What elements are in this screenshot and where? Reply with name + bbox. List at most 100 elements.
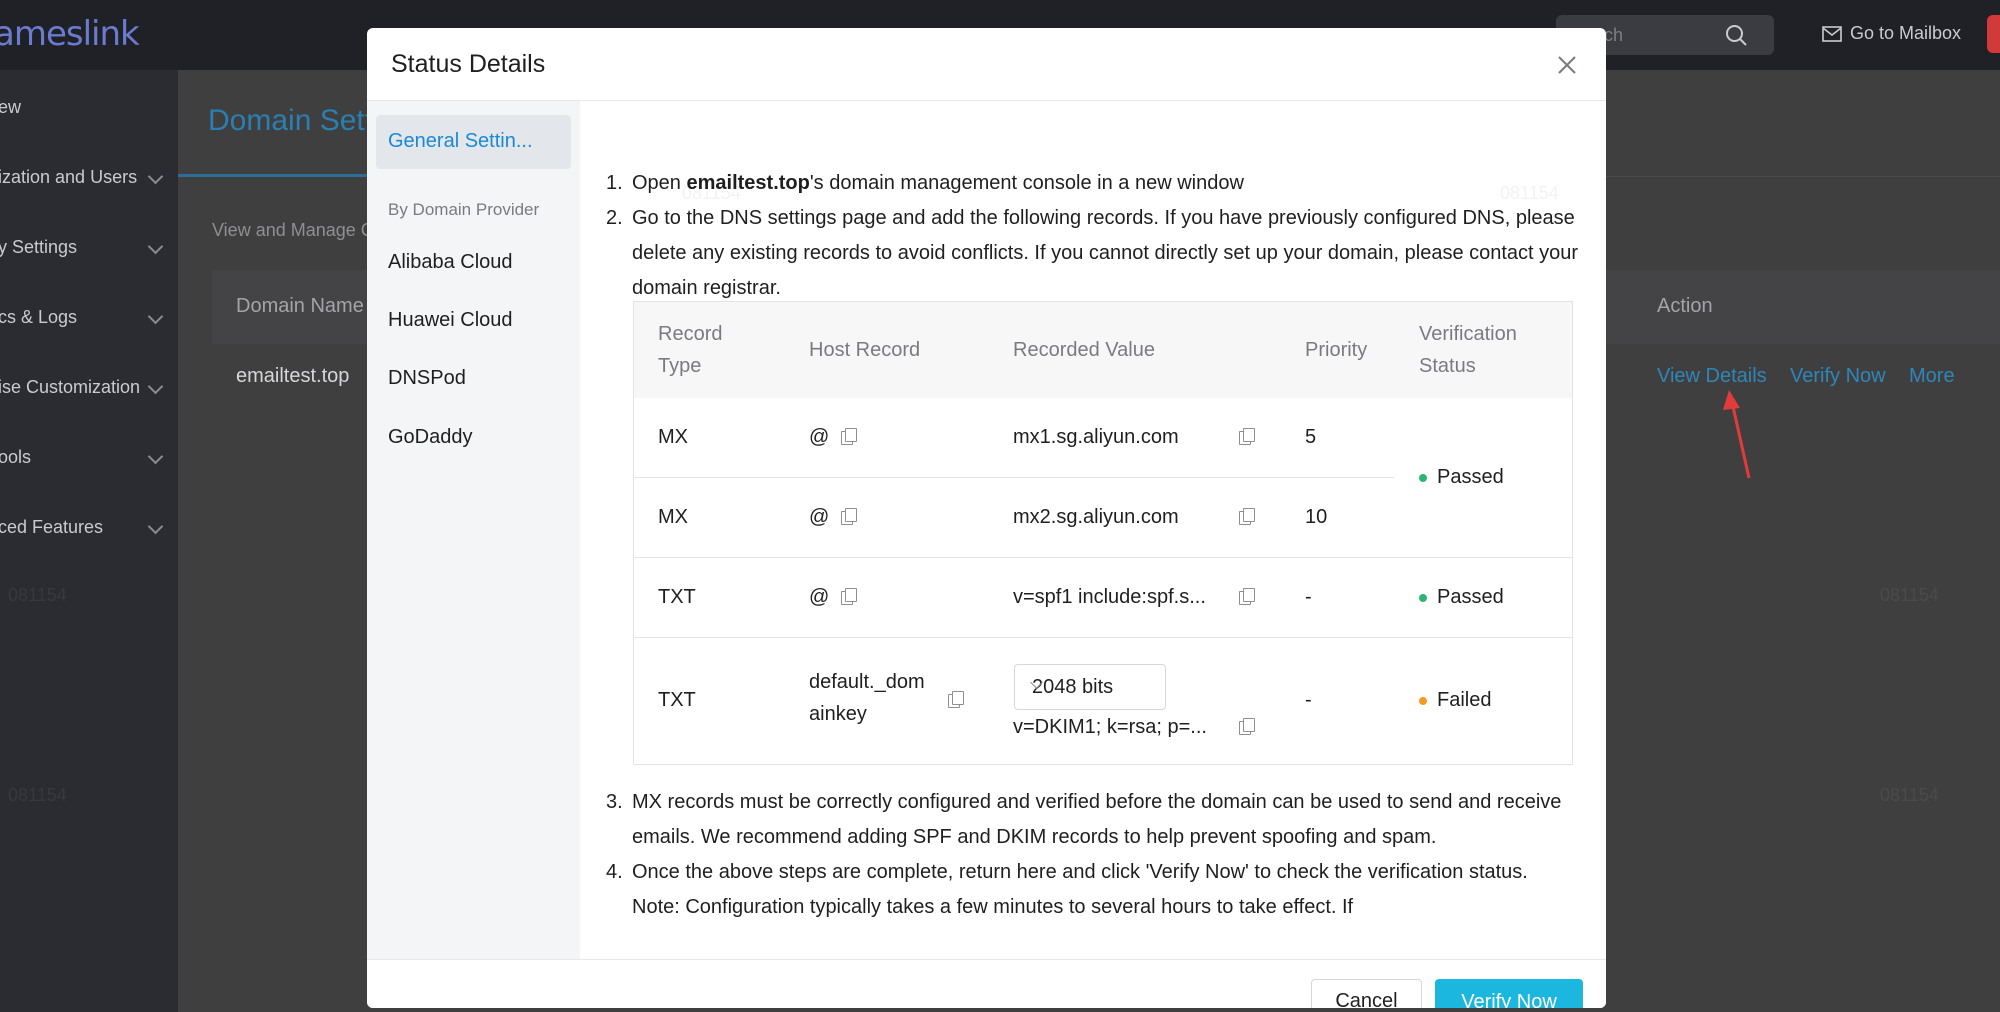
record-type-cell: TXT	[658, 586, 696, 608]
domain-name-bold: emailtest.top	[686, 172, 810, 194]
sidebar-item-security[interactable]: y Settings	[0, 227, 178, 267]
column-header-verification-status: Verification Status	[1419, 323, 1517, 377]
provider-nav: General Settin... By Domain Provider Ali…	[367, 101, 580, 959]
page-title: Domain Sett	[208, 104, 374, 137]
go-to-mailbox-link[interactable]: Go to Mailbox	[1822, 23, 1961, 44]
nav-item-alibaba-cloud[interactable]: Alibaba Cloud	[388, 251, 513, 274]
nav-item-godaddy[interactable]: GoDaddy	[388, 426, 473, 449]
record-value-cell: mx2.sg.aliyun.com	[1013, 506, 1179, 528]
column-header-priority: Priority	[1305, 339, 1368, 361]
sidebar-item-label: ced Features	[0, 517, 104, 537]
header-action-button[interactable]	[1987, 15, 2000, 53]
key-size-value: 2048 bits	[1032, 676, 1114, 698]
column-header-domain: Domain Name	[236, 295, 364, 317]
watermark: 081154	[8, 785, 67, 805]
sidebar-item-label: cs & Logs	[0, 307, 78, 327]
copy-icon[interactable]	[841, 508, 857, 525]
step-number: 4.	[606, 861, 623, 883]
row-divider	[634, 477, 1394, 478]
mx-status-cell: Passed	[1419, 466, 1504, 489]
nav-group-label: By Domain Provider	[388, 200, 540, 219]
app-logo: ameslink	[0, 14, 140, 54]
nav-item-general-settings[interactable]: General Settin...	[376, 115, 571, 169]
mailbox-label: Go to Mailbox	[1850, 23, 1962, 43]
status-text: Failed	[1437, 689, 1492, 711]
step-4: 4. Once the above steps are complete, re…	[606, 855, 1581, 925]
nav-item-huawei-cloud[interactable]: Huawei Cloud	[388, 309, 513, 332]
copy-icon[interactable]	[1239, 508, 1255, 525]
search-placeholder: ch	[1604, 25, 1624, 45]
copy-icon[interactable]	[841, 588, 857, 605]
host-record-cell: @	[809, 506, 830, 528]
row-divider	[634, 637, 1572, 638]
status-text: Passed	[1437, 586, 1504, 608]
sidebar-item-label: y Settings	[0, 237, 78, 257]
step-number: 2.	[606, 207, 623, 229]
active-tab-indicator	[178, 174, 368, 177]
passed-status-dot	[1419, 593, 1427, 602]
record-value-cell: v=DKIM1; k=rsa; p=...	[1013, 716, 1207, 738]
copy-icon[interactable]	[948, 691, 964, 708]
sidebar-item-organization[interactable]: ization and Users	[0, 157, 178, 197]
priority-cell: 10	[1305, 506, 1328, 528]
status-details-dialog: Status Details General Settin... By Doma…	[367, 28, 1606, 1008]
cancel-button[interactable]: Cancel	[1311, 979, 1422, 1008]
page-subtitle: View and Manage C	[212, 220, 374, 240]
sidebar-item-statistics[interactable]: cs & Logs	[0, 297, 178, 337]
spf-status-cell: Passed	[1419, 586, 1504, 609]
column-header-recorded-value: Recorded Value	[1013, 339, 1155, 361]
record-value-cell: mx1.sg.aliyun.com	[1013, 426, 1179, 448]
step-text: Once the above steps are complete, retur…	[632, 861, 1528, 918]
chevron-down-icon	[147, 448, 164, 465]
step-1-suffix: 's domain management console in a new wi…	[809, 172, 1244, 194]
dialog-content: 081154 081154 1. Open emailtest.top's do…	[580, 101, 1606, 959]
close-icon[interactable]	[1556, 54, 1578, 76]
chevron-down-icon	[147, 168, 164, 185]
chevron-down-icon	[147, 518, 164, 535]
record-type-cell: MX	[658, 506, 688, 528]
sidebar-item-tools[interactable]: ools	[0, 437, 178, 477]
copy-icon[interactable]	[1239, 718, 1255, 735]
dns-records-table: Record Type Host Record Recorded Value P…	[633, 301, 1573, 765]
step-2: 2. Go to the DNS settings page and add t…	[606, 201, 1581, 306]
nav-item-dnspod[interactable]: DNSPod	[388, 367, 466, 390]
view-details-link[interactable]: View Details	[1657, 365, 1767, 388]
chevron-down-icon	[147, 378, 164, 395]
host-record-cell: @	[809, 586, 830, 608]
domain-name-cell: emailtest.top	[236, 365, 350, 387]
row-divider	[634, 557, 1572, 558]
step-text: Open emailtest.top's domain management c…	[632, 166, 1581, 201]
sidebar-item-customization[interactable]: ise Customization	[0, 367, 178, 407]
watermark: 081154	[8, 585, 67, 605]
sidebar-item-label: ization and Users	[0, 167, 138, 187]
key-size-select[interactable]: 2048 bits	[1014, 664, 1166, 710]
chevron-down-icon	[147, 238, 164, 255]
copy-icon[interactable]	[841, 428, 857, 445]
sidebar-item-advanced[interactable]: ced Features	[0, 507, 178, 547]
dialog-title: Status Details	[391, 50, 546, 78]
step-number: 1.	[606, 172, 623, 194]
dialog-footer: Cancel Verify Now	[367, 959, 1606, 1008]
nav-item-label: General Settin...	[388, 130, 533, 152]
host-record-cell: @	[809, 426, 830, 448]
record-type-cell: TXT	[658, 689, 696, 711]
verify-now-button[interactable]: Verify Now	[1435, 979, 1583, 1008]
more-link[interactable]: More	[1909, 365, 1955, 388]
copy-icon[interactable]	[1239, 428, 1255, 445]
priority-cell: -	[1305, 689, 1312, 711]
record-type-cell: MX	[658, 426, 688, 448]
sidebar-item-label: ew	[0, 97, 22, 117]
copy-icon[interactable]	[1239, 588, 1255, 605]
step-text: Go to the DNS settings page and add the …	[632, 207, 1579, 299]
priority-cell: 5	[1305, 426, 1317, 448]
column-header-host-record: Host Record	[809, 339, 921, 361]
mail-icon	[1822, 25, 1842, 42]
verify-now-link[interactable]: Verify Now	[1790, 365, 1886, 388]
dialog-header: Status Details	[367, 28, 1606, 101]
chevron-down-icon	[147, 308, 164, 325]
sidebar-item-overview[interactable]: ew	[0, 87, 178, 127]
watermark: 081154	[1880, 785, 1939, 805]
search-icon[interactable]	[1724, 23, 1748, 47]
column-header-record-type: Record Type	[658, 323, 723, 377]
step-1: 1. Open emailtest.top's domain managemen…	[606, 166, 1581, 201]
